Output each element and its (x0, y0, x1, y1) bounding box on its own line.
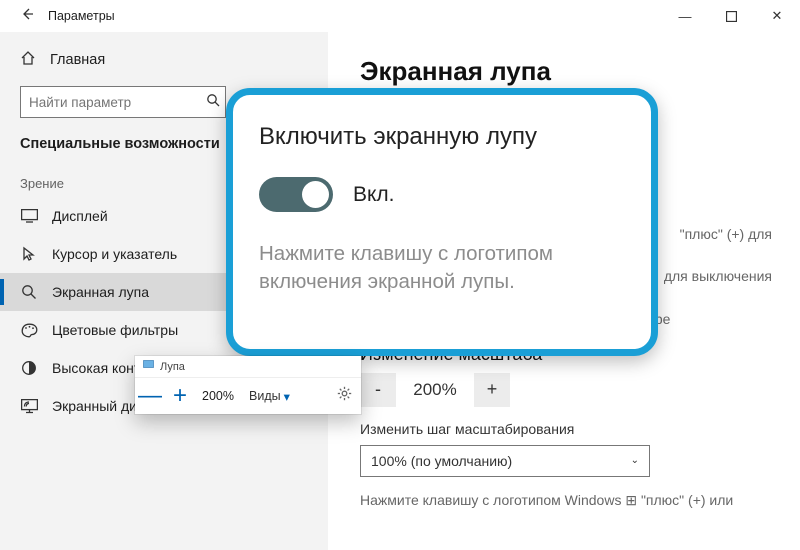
zoom-stepper: - 200% + (360, 373, 780, 407)
magnifier-toggle[interactable] (259, 177, 333, 212)
sidebar-item-label: Экранная лупа (52, 284, 149, 300)
magnifier-toolbar-titlebar[interactable]: Лупа (135, 356, 361, 378)
dropdown-caret-icon: ▾ (284, 389, 290, 404)
maximize-button[interactable] (708, 0, 754, 32)
chevron-down-icon: ⌄ (631, 455, 639, 466)
home-button[interactable]: Главная (0, 42, 328, 78)
home-label: Главная (50, 52, 105, 68)
magnifier-views-menu[interactable]: Виды ▾ (241, 389, 298, 404)
back-icon[interactable] (20, 7, 34, 26)
sidebar-item-label: Курсор и указатель (52, 246, 177, 262)
home-icon (20, 50, 36, 70)
zoom-in-button[interactable]: + (474, 373, 510, 407)
close-button[interactable]: ✕ (754, 0, 800, 32)
magnifier-icon (20, 283, 38, 301)
toggle-label: Вкл. (353, 183, 395, 207)
bottom-hint: Нажмите клавишу с логотипом Windows ⊞ "п… (360, 491, 780, 511)
contrast-icon (20, 359, 38, 377)
zoom-step-select[interactable]: 100% (по умолчанию) ⌄ (360, 445, 650, 477)
window-title: Параметры (48, 9, 115, 23)
display-icon (20, 207, 38, 225)
palette-icon (20, 321, 38, 339)
page-title: Экранная лупа (360, 56, 780, 87)
zoom-out-button[interactable]: - (360, 373, 396, 407)
magnifier-toolbar-title: Лупа (160, 361, 185, 373)
titlebar-left: Параметры (0, 0, 115, 32)
toggle-knob (302, 181, 329, 208)
sidebar-item-label: Дисплей (52, 208, 108, 224)
titlebar: Параметры — ✕ (0, 0, 800, 32)
search-icon (206, 93, 220, 112)
zoom-value: 200% (400, 373, 470, 407)
toggle-row: Вкл. (259, 177, 625, 212)
narrator-icon (20, 397, 38, 415)
minimize-button[interactable]: — (662, 0, 708, 32)
highlight-overlay: Включить экранную лупу Вкл. Нажмите клав… (226, 88, 658, 356)
search-field[interactable] (29, 95, 206, 110)
overlay-heading: Включить экранную лупу (259, 123, 625, 151)
magnifier-zoom-out-button[interactable]: — (135, 378, 165, 414)
magnifier-app-icon (143, 360, 154, 373)
magnifier-zoom-value: 200% (195, 389, 241, 403)
zoom-step-label: Изменить шаг масштабирования (360, 421, 780, 437)
zoom-step-value: 100% (по умолчанию) (371, 453, 512, 469)
search-input[interactable] (20, 86, 226, 118)
gear-icon (337, 386, 352, 406)
sidebar-item-label: Цветовые фильтры (52, 322, 178, 338)
cursor-icon (20, 245, 38, 263)
overlay-description: Нажмите клавишу с логотипом включения эк… (259, 240, 625, 295)
magnifier-toolbar-row: — + 200% Виды ▾ (135, 378, 361, 414)
magnifier-settings-button[interactable] (327, 386, 361, 406)
magnifier-zoom-in-button[interactable]: + (165, 378, 195, 414)
magnifier-toolbar[interactable]: Лупа — + 200% Виды ▾ (135, 356, 361, 414)
